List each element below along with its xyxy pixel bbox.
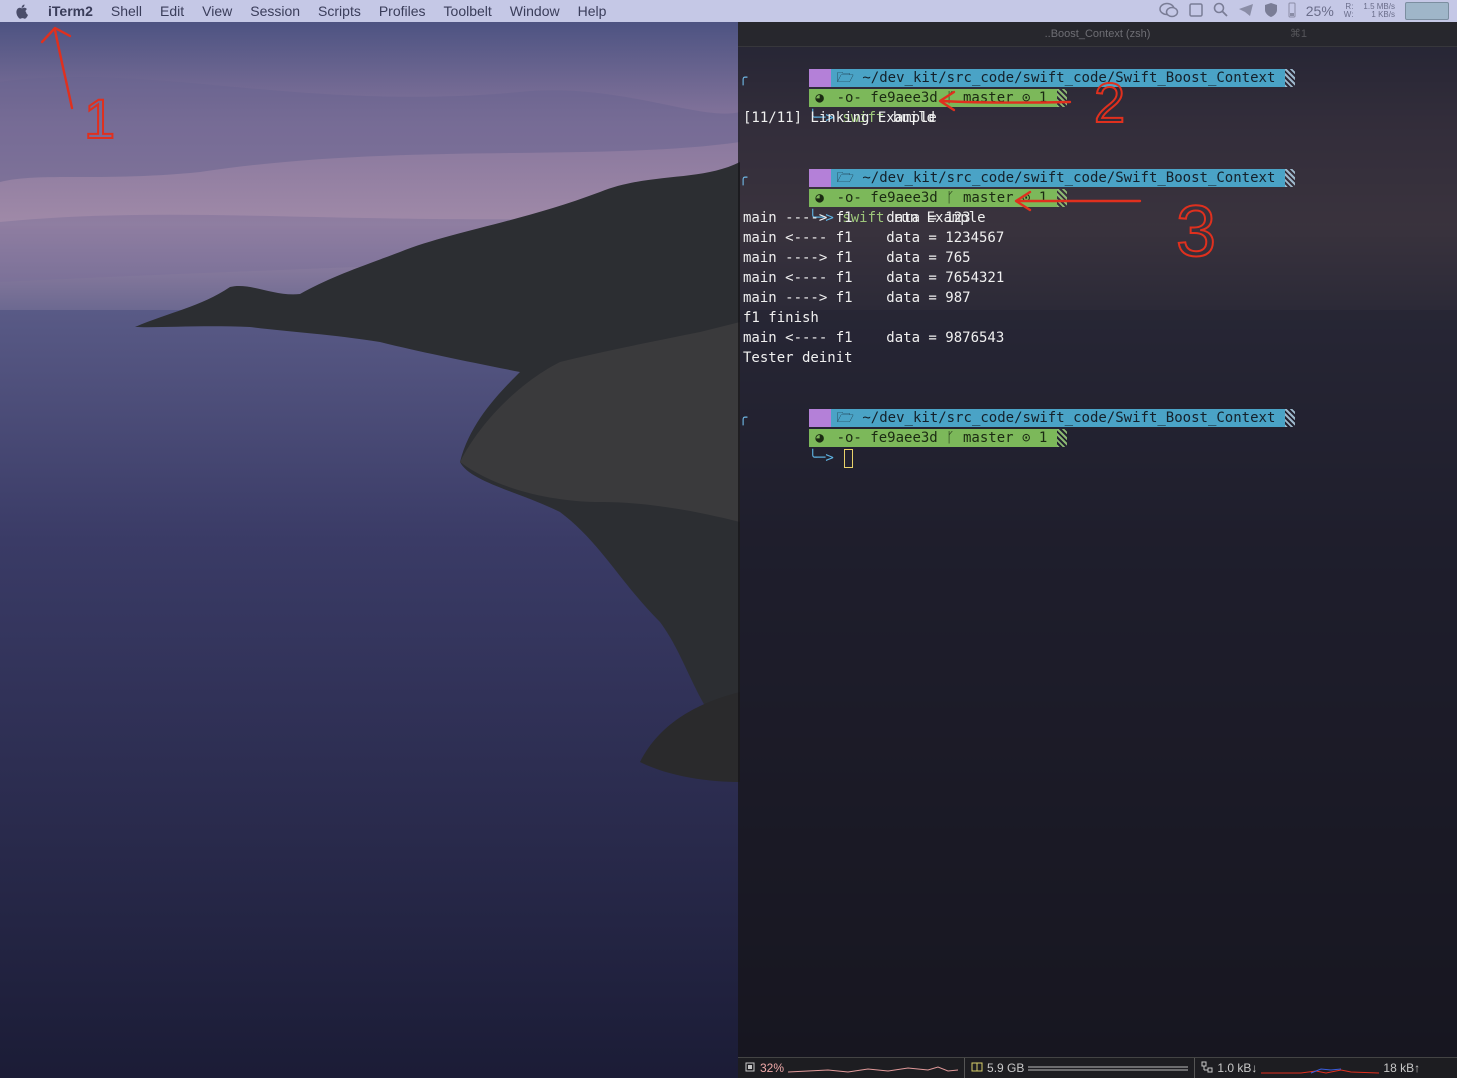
net-speed-labels: R: W: — [1344, 3, 1354, 19]
tab-shortcut: ⌘1 — [1289, 28, 1307, 40]
prompt-path-line: ╭ 🗁 ~/dev_kit/src_code/swift_code/Swift_B… — [738, 148, 1457, 187]
terminal-title-bar[interactable]: ..Boost_Context (zsh) ⌘1 — [738, 22, 1457, 47]
output-line: main ----> f1 data = 765 — [743, 250, 971, 266]
cpu-usage: 32% — [760, 1061, 785, 1075]
net-download: 1.0 kB↓ — [1217, 1061, 1258, 1075]
output-line: main <---- f1 data = 1234567 — [743, 230, 1005, 246]
terminal-title: ..Boost_Context (zsh) — [1044, 28, 1151, 40]
menu-toolbelt[interactable]: Toolbelt — [435, 3, 501, 19]
iterm-window[interactable]: ..Boost_Context (zsh) ⌘1 ╭ 🗁 ~/dev_kit/sr… — [738, 22, 1457, 1078]
search-icon[interactable] — [1213, 2, 1228, 20]
menu-window[interactable]: Window — [501, 3, 569, 19]
output-line: main ----> f1 data = 123 — [743, 210, 971, 226]
output-line: [11/11] Linking Example — [743, 110, 937, 126]
network-icon — [1201, 1061, 1213, 1076]
terminal-output[interactable]: ╭ 🗁 ~/dev_kit/src_code/swift_code/Swift_B… — [738, 48, 1457, 468]
menu-bar: iTerm2 Shell Edit View Session Scripts P… — [0, 0, 1457, 22]
apple-menu-icon[interactable] — [0, 3, 44, 19]
battery-widget[interactable] — [1405, 2, 1449, 20]
prompt-arrow-icon: ╰─> — [808, 450, 843, 466]
text-cursor[interactable] — [844, 448, 854, 468]
prompt-git-line: ◕ -o- fe9aee3d ᚴ master ⊙ 1 — [738, 408, 1457, 447]
command-line: ╰─> swift build — [738, 88, 1457, 126]
menu-scripts[interactable]: Scripts — [309, 3, 370, 19]
prompt-path-line: ╭ 🗁 ~/dev_kit/src_code/swift_code/Swift_B… — [738, 388, 1457, 427]
command-line: ╰─> swift run Example — [738, 188, 1457, 226]
command-line-active[interactable]: ╰─> — [738, 428, 1457, 468]
prompt-path-line: ╭ 🗁 ~/dev_kit/src_code/swift_code/Swift_B… — [738, 48, 1457, 87]
cpu-sparkline — [788, 1066, 959, 1073]
terminal-status-bar: 32% 5.9 GB 1.0 kB↓ 18 kB↑ — [738, 1057, 1457, 1078]
cpu-icon — [744, 1061, 756, 1076]
output-line: f1 finish — [743, 310, 819, 326]
wechat-icon[interactable] — [1159, 2, 1179, 21]
window-icon[interactable] — [1189, 2, 1203, 20]
menu-help[interactable]: Help — [569, 3, 616, 19]
cpu-monitor[interactable]: 32% — [738, 1058, 966, 1078]
network-monitor[interactable]: 1.0 kB↓ 18 kB↑ — [1195, 1058, 1426, 1078]
menu-shell[interactable]: Shell — [102, 3, 151, 19]
menu-profiles[interactable]: Profiles — [370, 3, 435, 19]
menu-edit[interactable]: Edit — [151, 3, 193, 19]
prompt-git-line: ◕ -o- fe9aee3d ᚴ master ⊙ 1 — [738, 68, 1457, 107]
shield-icon[interactable] — [1264, 2, 1278, 21]
network-sparkline — [1261, 1068, 1380, 1074]
memory-icon — [971, 1061, 983, 1076]
output-line: main <---- f1 data = 9876543 — [743, 330, 1005, 346]
net-speed-monitor[interactable]: 1.5 MB/s 1 KB/s — [1363, 3, 1395, 19]
memory-usage: 5.9 GB — [987, 1061, 1025, 1075]
prompt-git-line: ◕ -o- fe9aee3d ᚴ master ⊙ 1 — [738, 168, 1457, 207]
battery-level-icon — [1288, 2, 1296, 21]
memory-monitor[interactable]: 5.9 GB — [965, 1058, 1196, 1078]
net-upload: 18 kB↑ — [1383, 1061, 1421, 1075]
telegram-icon[interactable] — [1238, 3, 1254, 20]
memory-sparkline — [1028, 1066, 1189, 1071]
output-line: main <---- f1 data = 7654321 — [743, 270, 1005, 286]
status-area: 25% R: W: 1.5 MB/s 1 KB/s — [1159, 0, 1457, 22]
battery-percentage[interactable]: 25% — [1306, 3, 1334, 19]
net-write-speed: 1 KB/s — [1371, 10, 1395, 19]
output-line: Tester deinit — [743, 350, 853, 366]
output-line: main ----> f1 data = 987 — [743, 290, 971, 306]
menu-session[interactable]: Session — [241, 3, 309, 19]
menu-view[interactable]: View — [193, 3, 241, 19]
menu-app-name[interactable]: iTerm2 — [44, 3, 102, 19]
net-write-label: W: — [1343, 10, 1354, 19]
